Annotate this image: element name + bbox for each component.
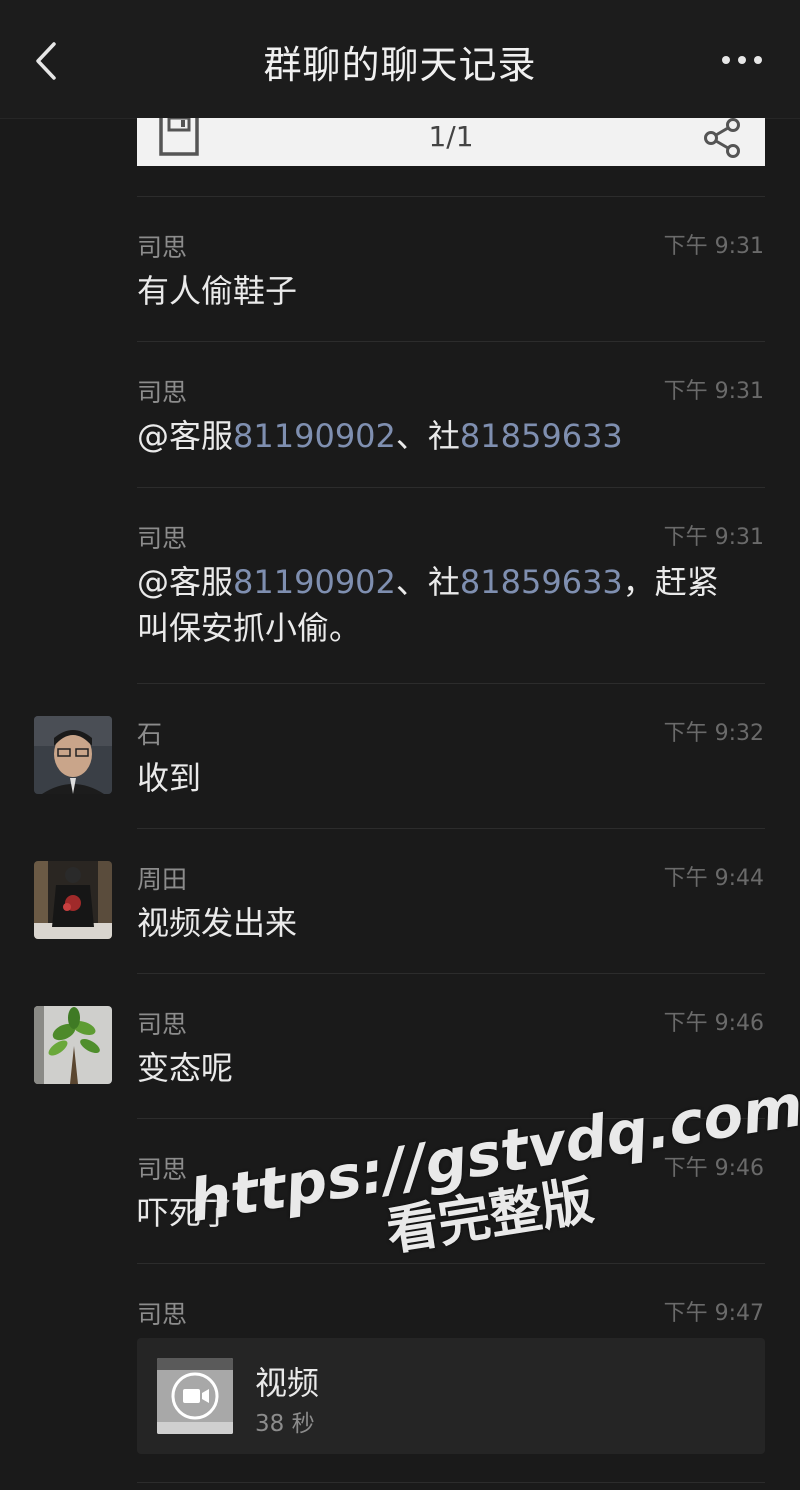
watermark: https://gstvdq.com 看完整版 <box>185 1071 800 1292</box>
message-text: @客服81190902、社81859633 <box>137 417 623 455</box>
mention-link[interactable]: 81190902 <box>233 417 396 455</box>
mention-link[interactable]: 81190902 <box>233 563 396 601</box>
message-text: 吓死了 <box>137 1194 234 1232</box>
sender-name: 司思 <box>137 1300 188 1329</box>
sender-name: 司思 <box>137 1010 188 1039</box>
divider <box>137 828 765 829</box>
divider <box>137 1263 765 1264</box>
divider <box>137 196 765 197</box>
avatar[interactable] <box>34 716 112 794</box>
divider <box>137 1482 765 1483</box>
mention-link[interactable]: 81859633 <box>460 563 623 601</box>
video-title: 视频 <box>255 1364 320 1402</box>
sender-name: 司思 <box>137 1155 188 1184</box>
more-horizontal-icon <box>722 56 762 64</box>
divider <box>137 973 765 974</box>
page-indicator: 1/1 <box>428 120 474 153</box>
message-text: 有人偷鞋子 <box>137 272 298 310</box>
video-message-card[interactable]: 视频 38 秒 <box>137 1338 765 1454</box>
message-text: 视频发出来 <box>137 904 298 942</box>
message-text: @客服81190902、社81859633，赶紧 叫保安抓小偷。 <box>137 563 719 647</box>
more-button[interactable] <box>720 46 764 74</box>
message-time: 下午 9:32 <box>663 721 764 746</box>
share-icon[interactable] <box>699 118 745 158</box>
avatar[interactable] <box>34 1006 112 1084</box>
sender-name: 司思 <box>137 378 188 407</box>
sender-name: 周田 <box>137 865 188 894</box>
message-time: 下午 9:31 <box>663 234 764 259</box>
message-time: 下午 9:31 <box>663 525 764 550</box>
message-time: 下午 9:31 <box>663 379 764 404</box>
mention-link[interactable]: 81859633 <box>460 417 623 455</box>
message-text: 变态呢 <box>137 1049 234 1087</box>
message-time: 下午 9:47 <box>663 1301 764 1326</box>
divider <box>137 341 765 342</box>
message-text: 收到 <box>137 759 202 797</box>
divider <box>137 1118 765 1119</box>
sender-name: 司思 <box>137 233 188 262</box>
sender-name: 石 <box>137 720 163 749</box>
message-time: 下午 9:44 <box>663 866 764 891</box>
top-bar: 群聊的聊天记录 <box>0 0 800 119</box>
divider <box>137 487 765 488</box>
message-time: 下午 9:46 <box>663 1011 764 1036</box>
page-title: 群聊的聊天记录 <box>263 43 537 87</box>
video-thumbnail[interactable] <box>157 1358 233 1434</box>
video-duration: 38 秒 <box>255 1411 315 1437</box>
divider <box>137 683 765 684</box>
sender-name: 司思 <box>137 524 188 553</box>
avatar[interactable] <box>34 861 112 939</box>
message-time: 下午 9:46 <box>663 1156 764 1181</box>
attachment-card[interactable]: 1/1 <box>137 116 765 166</box>
